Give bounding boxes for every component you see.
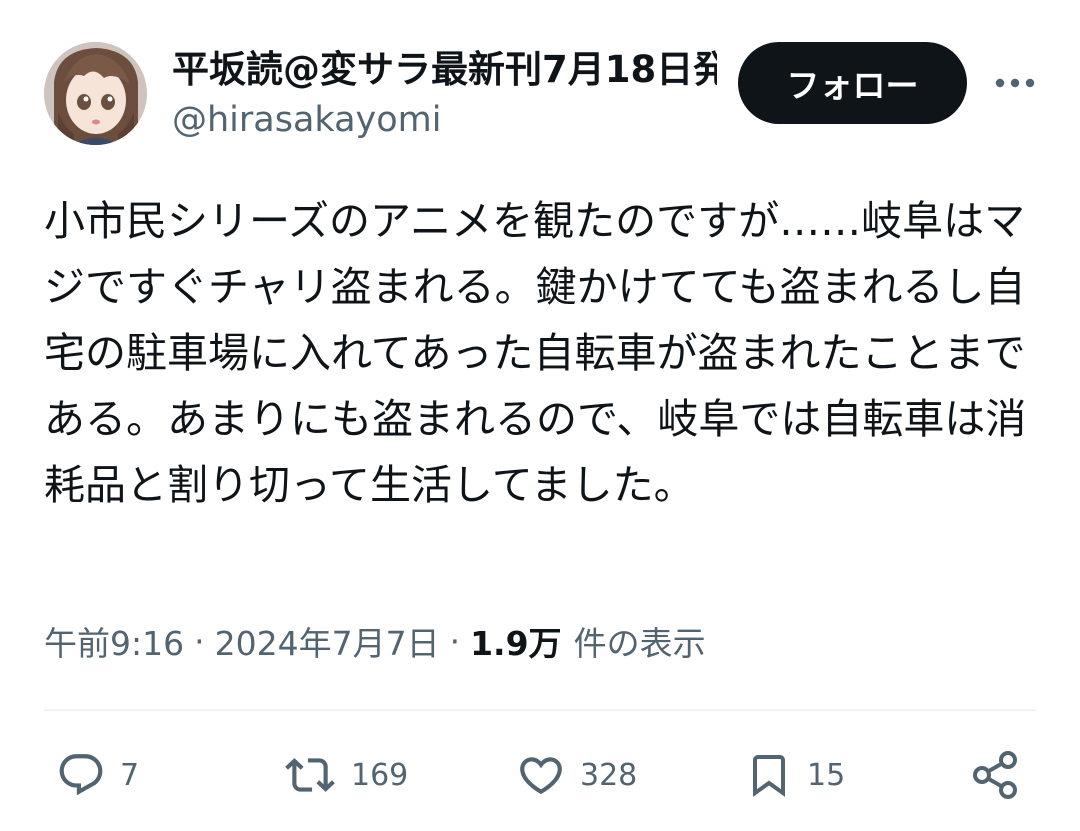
bookmark-button[interactable]: 15 — [745, 740, 845, 810]
like-button[interactable]: 328 — [516, 740, 637, 810]
meta-separator: · — [449, 621, 461, 661]
follow-button[interactable]: フォロー — [738, 42, 967, 124]
share-icon — [973, 751, 1017, 799]
retweet-button[interactable]: 169 — [283, 740, 408, 810]
tweet-meta: 午前9:16 · 2024年7月7日 · 1.9万 件の表示 — [44, 615, 706, 667]
like-icon — [520, 757, 562, 795]
action-bar: 7 169 328 15 — [0, 740, 1080, 810]
author-display-name[interactable]: 平坂読@変サラ最新刊7月18日発 — [172, 44, 717, 96]
tweet-text: 小市民シリーズのアニメを観たのですが……岐阜はマジですぐチャリ盗まれる。鍵かけて… — [44, 197, 1027, 509]
share-button[interactable] — [970, 740, 1022, 810]
tweet-header: 平坂読@変サラ最新刊7月18日発 @hirasakayomi フォロー — [0, 0, 1080, 170]
reply-count: 7 — [120, 757, 140, 793]
more-options-button[interactable] — [990, 60, 1040, 106]
avatar-illustration — [44, 42, 147, 145]
bookmark-icon — [753, 755, 785, 797]
retweet-icon — [285, 758, 335, 792]
reply-button[interactable]: 7 — [56, 740, 139, 810]
divider — [44, 709, 1036, 711]
bookmark-count: 15 — [807, 757, 846, 793]
reply-icon — [59, 754, 103, 796]
tweet-detail: 平坂読@変サラ最新刊7月18日発 @hirasakayomi フォロー 小市民シ… — [0, 0, 1080, 831]
meta-separator: · — [194, 621, 205, 661]
like-count: 328 — [580, 757, 638, 793]
more-icon — [995, 78, 1035, 88]
avatar[interactable] — [44, 42, 147, 145]
author-handle[interactable]: @hirasakayomi — [172, 96, 441, 144]
tweet-date[interactable]: 2024年7月7日 — [215, 617, 440, 665]
tweet-time[interactable]: 午前9:16 — [44, 617, 184, 665]
views-label: 件の表示 — [573, 624, 706, 663]
views-count[interactable]: 1.9万 — [470, 617, 561, 665]
retweet-count: 169 — [351, 757, 409, 793]
